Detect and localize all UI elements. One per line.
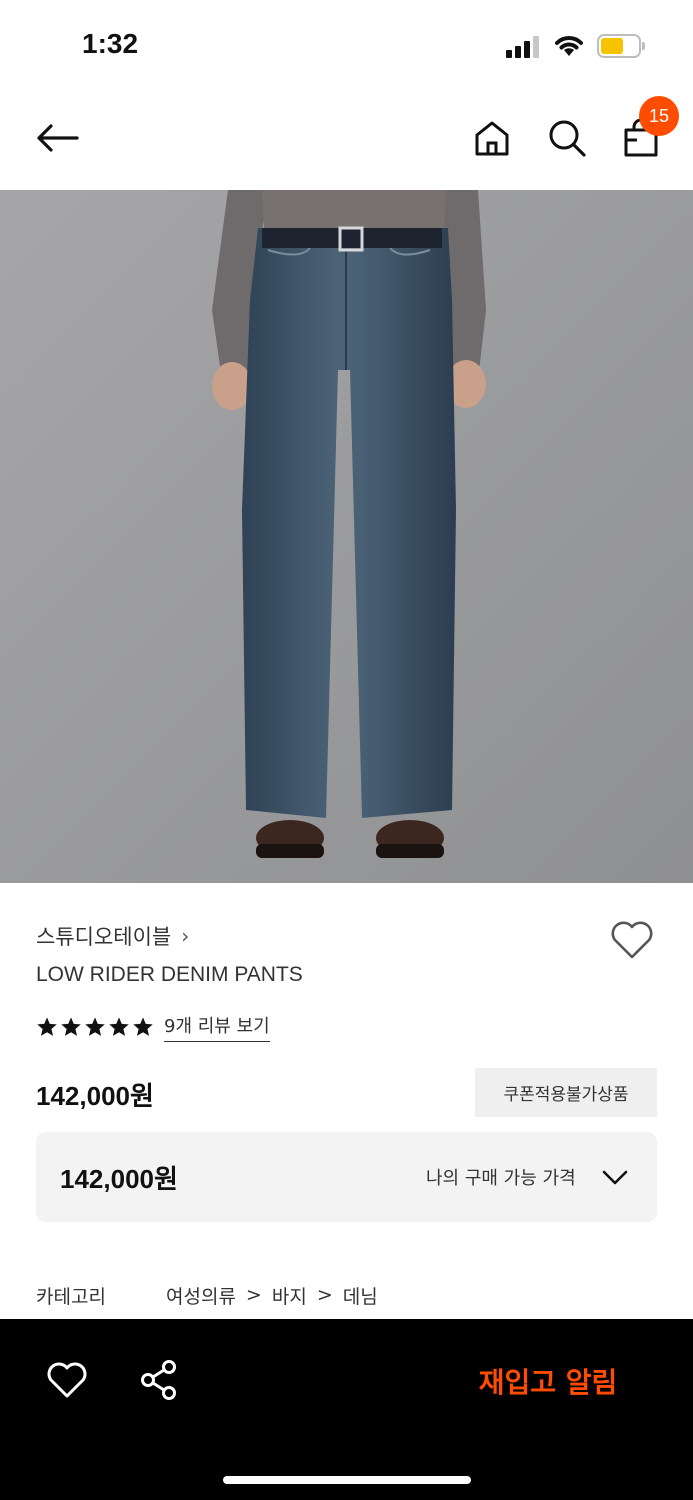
category-label: 카테고리 (36, 1285, 106, 1308)
restock-alert-button[interactable]: 재입고 알림 (462, 1359, 634, 1403)
wifi-icon (555, 36, 583, 56)
product-price: 142,000원 (36, 1081, 154, 1111)
search-button[interactable] (543, 114, 591, 162)
star-icon (109, 1017, 129, 1036)
category-crumb-pants[interactable]: 바지 (272, 1282, 307, 1309)
arrow-left-icon (37, 124, 79, 152)
star-icon (133, 1017, 153, 1036)
share-icon[interactable] (136, 1357, 182, 1403)
bottom-action-bar: 재입고 알림 (0, 1319, 693, 1500)
my-price-label: 나의 구매 가능 가격 (426, 1168, 576, 1189)
chevron-down-icon (602, 1170, 628, 1185)
top-navigation (0, 92, 693, 190)
coupon-unavailable-badge: 쿠폰적용불가상품 (475, 1068, 657, 1117)
star-icon (37, 1017, 57, 1036)
my-price-value: 142,000원 (60, 1164, 178, 1194)
home-button[interactable] (468, 114, 516, 162)
chevron-right-icon: › (181, 924, 190, 948)
brand-name: 스튜디오테이블 (36, 925, 172, 949)
home-icon (475, 121, 509, 156)
heart-icon[interactable] (44, 1357, 90, 1403)
denim-pants-photo (0, 190, 693, 883)
rating-row: 9개 리뷰 보기 (36, 1012, 270, 1042)
brand-link[interactable]: 스튜디오테이블 › (36, 920, 189, 952)
product-image[interactable] (0, 190, 693, 883)
cart-count-badge: 15 (639, 96, 679, 136)
chevron-right-icon: > (245, 1284, 262, 1306)
home-indicator (223, 1476, 471, 1484)
status-time: 1:32 (82, 28, 139, 59)
star-icon (85, 1017, 105, 1036)
rating-stars (36, 1016, 154, 1038)
review-link[interactable]: 9개 리뷰 보기 (164, 1012, 270, 1042)
product-name: LOW RIDER DENIM PANTS (36, 963, 303, 986)
wishlist-heart-icon[interactable] (608, 916, 656, 964)
status-bar: 1:32 (0, 0, 693, 92)
search-icon (549, 120, 586, 157)
star-icon (61, 1017, 81, 1036)
my-price-dropdown[interactable]: 142,000원 나의 구매 가능 가격 (36, 1132, 657, 1222)
category-crumb-denim[interactable]: 데님 (343, 1282, 378, 1309)
category-crumb-women[interactable]: 여성의류 (166, 1282, 236, 1309)
back-button[interactable] (33, 114, 81, 162)
chevron-right-icon: > (316, 1284, 333, 1306)
category-row: 카테고리 여성의류 > 바지 > 데님 (36, 1280, 378, 1310)
cellular-signal-icon (506, 34, 542, 58)
battery-icon (597, 34, 645, 58)
